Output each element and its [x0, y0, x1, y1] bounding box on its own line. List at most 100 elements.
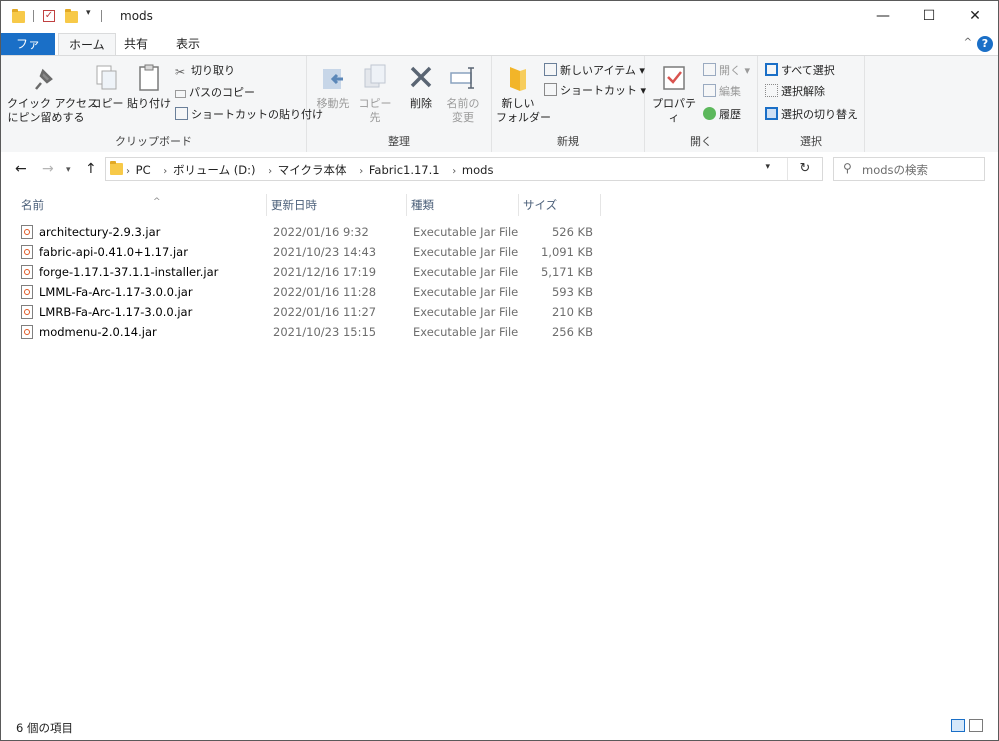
file-row[interactable]: fabric-api-0.41.0+1.17.jar 2021/10/23 14… — [17, 242, 601, 262]
select-all-button[interactable]: すべて選択 — [765, 62, 835, 80]
move-to-label: 移動先 — [316, 97, 350, 110]
breadcrumb-minecraft[interactable]: マイクラ本体 — [278, 163, 347, 177]
window-title: mods — [120, 9, 153, 23]
help-icon[interactable]: ? — [977, 36, 993, 52]
column-header-type[interactable]: 種類 — [407, 194, 519, 216]
file-name: LMML-Fa-Arc-1.17-3.0.0.jar — [39, 285, 193, 299]
breadcrumb-fabric[interactable]: Fabric1.17.1 — [369, 163, 440, 177]
item-count: 6 個の項目 — [16, 721, 73, 735]
delete-button[interactable]: 削除 — [403, 60, 439, 111]
file-date: 2022/01/16 9:32 — [273, 225, 369, 239]
tab-home[interactable]: ホーム — [58, 33, 116, 56]
back-arrow-icon[interactable]: ← — [15, 161, 27, 177]
file-name: modmenu-2.0.14.jar — [39, 325, 157, 339]
paste-button[interactable]: 貼り付け — [127, 60, 171, 111]
easy-access-button[interactable]: ショートカット ▾ — [544, 82, 646, 100]
new-item-label: 新しいアイテム — [560, 64, 636, 77]
breadcrumb-mods[interactable]: mods — [462, 163, 494, 177]
properties-check-icon — [660, 63, 688, 93]
address-folder-icon — [110, 161, 123, 175]
new-item-icon — [544, 63, 557, 76]
breadcrumb: › PC › ボリューム (D:) › マイクラ本体 › Fabric1.17.… — [126, 163, 494, 177]
invert-selection-icon — [765, 107, 778, 120]
minimize-button[interactable]: — — [860, 1, 906, 32]
copy-button[interactable]: コピー — [89, 60, 125, 111]
separator — [101, 10, 102, 22]
copy-path-icon — [175, 90, 186, 98]
select-none-icon — [765, 84, 778, 97]
open-button[interactable]: 開く ▾ — [703, 62, 750, 80]
large-icons-view-icon[interactable] — [969, 719, 983, 732]
jar-file-icon — [21, 325, 33, 339]
title-bar: ✓ ▾ mods — ☐ ✕ — [1, 1, 998, 32]
sort-caret-icon: ^ — [153, 197, 161, 207]
open-label: 開く — [719, 64, 741, 77]
file-date: 2021/10/23 15:15 — [273, 325, 377, 339]
address-dropdown-chevron-icon[interactable]: ▾ — [765, 162, 770, 172]
properties-qa-icon[interactable]: ✓ — [43, 8, 55, 24]
cut-button[interactable]: ✂ 切り取り — [175, 62, 235, 80]
edit-button[interactable]: 編集 — [703, 83, 741, 101]
history-button[interactable]: 履歴 — [703, 106, 741, 124]
tab-share[interactable]: 共有 — [114, 33, 158, 55]
collapse-ribbon-chevron-icon[interactable]: ^ — [964, 37, 972, 48]
tab-view[interactable]: 表示 — [166, 33, 210, 55]
close-button[interactable]: ✕ — [952, 1, 998, 32]
explorer-window: ✓ ▾ mods — ☐ ✕ ファイル ホーム 共有 表示 ^ ? クイック ア… — [0, 0, 999, 741]
copy-to-button[interactable]: コピー先 — [355, 60, 395, 125]
recent-locations-chevron-icon[interactable]: ▾ — [66, 165, 71, 175]
rename-button[interactable]: 名前の 変更 — [443, 60, 483, 125]
new-folder-qa-icon[interactable] — [65, 8, 78, 24]
new-item-button[interactable]: 新しいアイテム ▾ — [544, 62, 645, 80]
select-none-button[interactable]: 選択解除 — [765, 83, 825, 101]
copy-path-button[interactable]: パスのコピー — [175, 84, 255, 102]
file-row[interactable]: LMRB-Fa-Arc-1.17-3.0.0.jar 2022/01/16 11… — [17, 302, 601, 322]
new-folder-button[interactable]: 新しい フォルダー — [496, 60, 551, 125]
maximize-button[interactable]: ☐ — [906, 1, 952, 32]
pin-label: クイック アクセス にピン留めする — [7, 97, 98, 124]
invert-selection-button[interactable]: 選択の切り替え — [765, 106, 858, 124]
copy-icon — [93, 63, 121, 93]
status-bar: 6 個の項目 — [1, 713, 998, 740]
up-arrow-icon[interactable]: ↑ — [85, 161, 97, 177]
address-bar[interactable]: › PC › ボリューム (D:) › マイクラ本体 › Fabric1.17.… — [105, 157, 823, 181]
paste-shortcut-icon — [175, 107, 188, 120]
breadcrumb-pc[interactable]: PC — [136, 163, 151, 177]
breadcrumb-volume[interactable]: ボリューム (D:) — [173, 163, 256, 177]
file-row[interactable]: LMML-Fa-Arc-1.17-3.0.0.jar 2022/01/16 11… — [17, 282, 601, 302]
details-view-icon[interactable] — [951, 719, 965, 732]
file-list: ^ 名前 更新日時 種類 サイズ architectury-2.9.3.jar … — [1, 188, 998, 713]
delete-x-icon — [407, 63, 435, 93]
search-input[interactable]: ⚲ modsの検索 — [833, 157, 985, 181]
file-size: 526 KB — [551, 225, 593, 239]
new-group: 新しい フォルダー 新しいアイテム ▾ ショートカット ▾ 新規 — [492, 56, 646, 152]
select-group-label: 選択 — [800, 135, 822, 148]
file-type: Executable Jar File — [413, 245, 519, 259]
column-header-size[interactable]: サイズ — [519, 194, 601, 216]
shortcut-arrow-icon — [544, 83, 557, 96]
tab-file[interactable]: ファイル — [1, 33, 55, 73]
search-placeholder: modsの検索 — [862, 163, 929, 177]
pin-icon — [32, 63, 60, 93]
new-folder-label: 新しい フォルダー — [496, 97, 551, 124]
file-size: 256 KB — [551, 325, 593, 339]
new-folder-icon — [504, 63, 532, 93]
forward-arrow-icon[interactable]: → — [42, 161, 54, 177]
ribbon-tabs: ファイル ホーム 共有 表示 ^ ? — [1, 33, 998, 73]
refresh-icon[interactable]: ↻ — [787, 158, 822, 180]
paste-shortcut-button[interactable]: ショートカットの貼り付け — [175, 106, 323, 124]
organize-group-label: 整理 — [388, 135, 410, 148]
file-row[interactable]: architectury-2.9.3.jar 2022/01/16 9:32 E… — [17, 222, 601, 242]
column-header-date[interactable]: 更新日時 — [267, 194, 407, 216]
properties-button[interactable]: プロパティ — [651, 60, 697, 125]
new-group-label: 新規 — [557, 135, 579, 148]
invert-selection-label: 選択の切り替え — [781, 108, 858, 121]
pin-quick-access-button[interactable]: クイック アクセス にピン留めする — [7, 60, 98, 125]
file-size: 1,091 KB — [540, 245, 593, 259]
move-to-button[interactable]: 移動先 — [313, 60, 353, 111]
customize-qa-chevron-icon[interactable]: ▾ — [86, 8, 91, 24]
file-row[interactable]: forge-1.17.1-37.1.1-installer.jar 2021/1… — [17, 262, 601, 282]
column-header-name[interactable]: ^ 名前 — [17, 194, 267, 216]
file-date: 2022/01/16 11:28 — [273, 285, 377, 299]
file-row[interactable]: modmenu-2.0.14.jar 2021/10/23 15:15 Exec… — [17, 322, 601, 342]
